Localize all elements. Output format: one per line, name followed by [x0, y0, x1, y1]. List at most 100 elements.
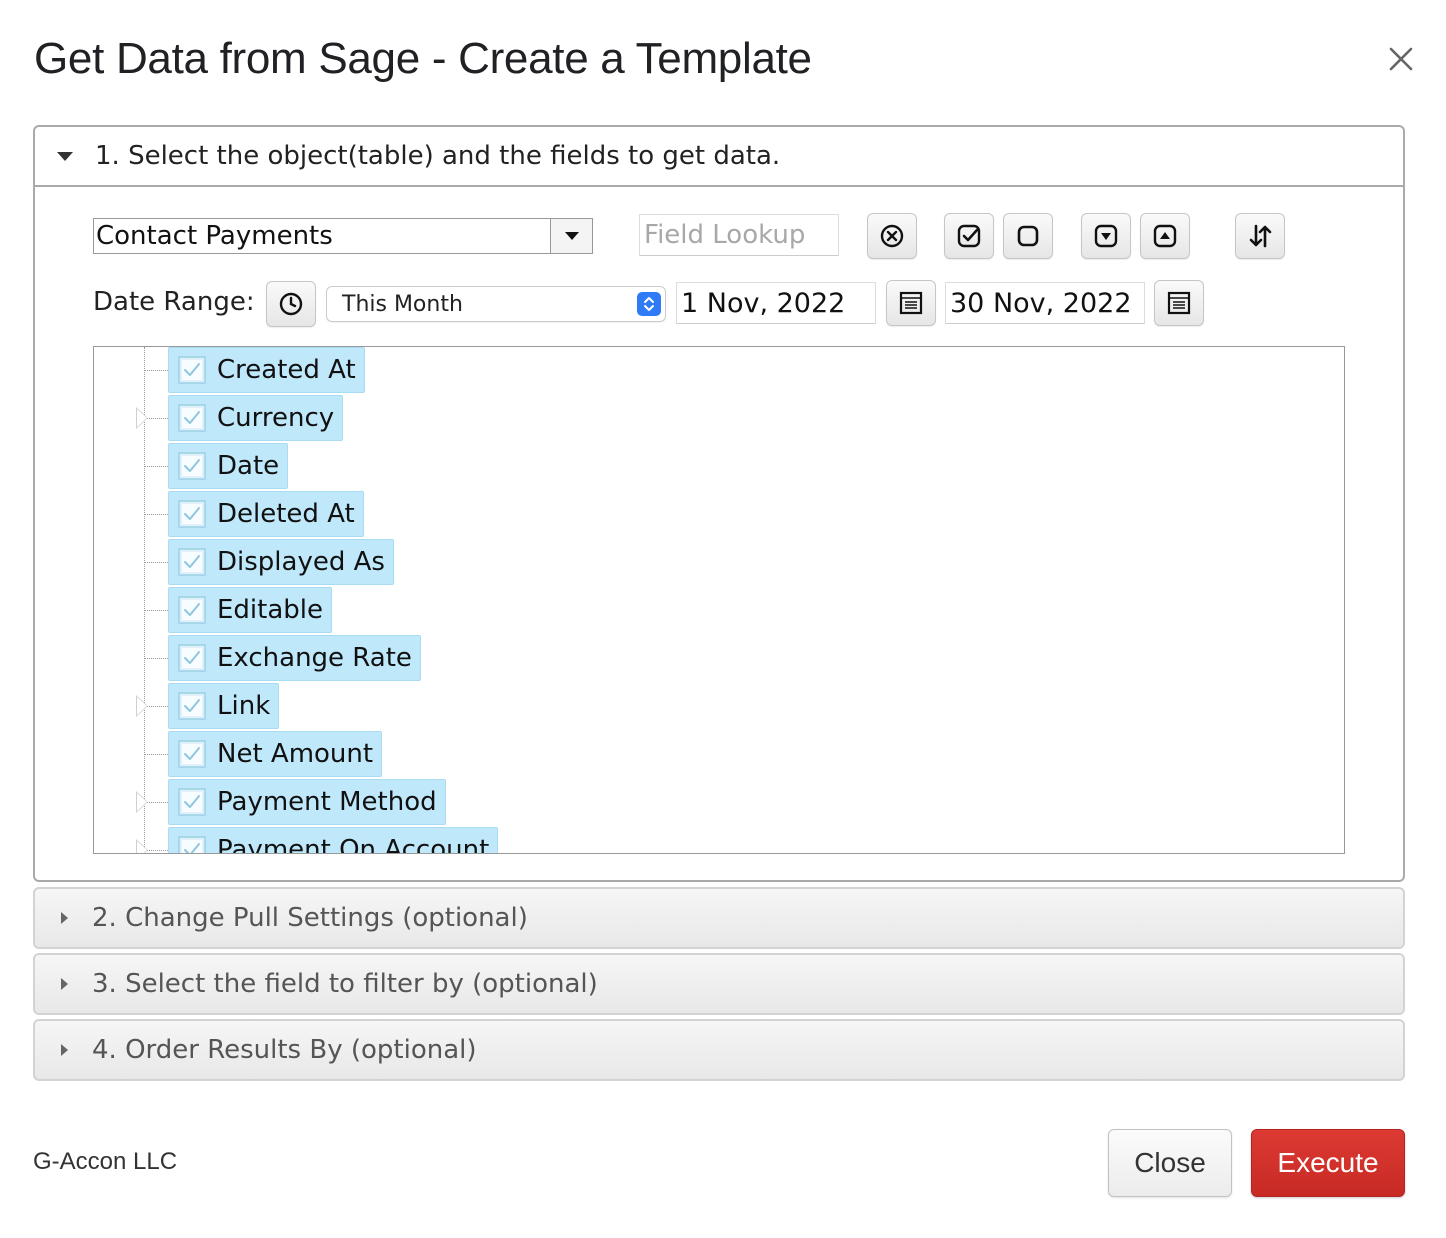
field-label: Net Amount: [217, 739, 374, 769]
expand-all-button[interactable]: [1081, 213, 1131, 259]
tree-connector: [144, 657, 168, 659]
checkbox-checked-icon[interactable]: [177, 643, 207, 673]
expand-node-icon[interactable]: [136, 695, 148, 717]
field-node[interactable]: Payment On Account: [168, 827, 499, 854]
tree-connector: [144, 561, 168, 563]
uncheck-all-button[interactable]: [1003, 213, 1053, 259]
field-label: Payment Method: [217, 787, 437, 817]
tree-row: Deleted At: [144, 491, 364, 537]
date-period-select[interactable]: This Month: [326, 286, 666, 322]
dialog-title: Get Data from Sage - Create a Template: [34, 34, 812, 83]
tree-row: Created At: [144, 347, 365, 393]
checkbox-checked-icon[interactable]: [177, 403, 207, 433]
tree-row: Exchange Rate: [144, 635, 421, 681]
check-all-button[interactable]: [944, 213, 994, 259]
date-range-label: Date Range:: [93, 287, 255, 317]
field-node[interactable]: Currency: [168, 395, 344, 441]
accordion-title: 4. Order Results By (optional): [92, 1035, 477, 1065]
tree-connector: [144, 369, 168, 371]
fields-tree[interactable]: Created At Currency Date Deleted At Displaye…: [93, 346, 1345, 854]
date-from-calendar-button[interactable]: [886, 280, 936, 326]
tree-row: Displayed As: [144, 539, 394, 585]
field-label: Editable: [217, 595, 324, 625]
checkbox-checked-icon[interactable]: [177, 547, 207, 577]
field-lookup-input[interactable]: [639, 214, 839, 256]
object-select-value: Contact Payments: [96, 221, 333, 251]
tree-row: Currency: [136, 395, 344, 441]
expand-triangle-icon: [61, 912, 68, 924]
tree-connector: [144, 513, 168, 515]
company-name: G-Accon LLC: [33, 1148, 178, 1175]
date-to-input[interactable]: 30 Nov, 2022: [945, 282, 1145, 324]
checkbox-checked-icon[interactable]: [177, 835, 207, 854]
checkbox-checked-icon[interactable]: [177, 691, 207, 721]
checkbox-checked-icon[interactable]: [177, 499, 207, 529]
field-label: Displayed As: [217, 547, 385, 577]
section-select-object: 1. Select the object(table) and the fiel…: [33, 125, 1405, 882]
expand-down-icon: [1094, 224, 1118, 248]
field-node[interactable]: Exchange Rate: [168, 635, 421, 681]
date-to-calendar-button[interactable]: [1154, 280, 1204, 326]
checkbox-checked-icon[interactable]: [177, 787, 207, 817]
accordion-title: 2. Change Pull Settings (optional): [92, 903, 528, 933]
field-label: Link: [217, 691, 271, 721]
clear-lookup-button[interactable]: [867, 213, 917, 259]
close-button[interactable]: Close: [1108, 1129, 1232, 1197]
select-stepper-icon: [637, 292, 661, 316]
expand-node-icon[interactable]: [136, 839, 148, 853]
expand-triangle-icon: [61, 1044, 68, 1056]
field-node[interactable]: Displayed As: [168, 539, 394, 585]
accordion-section-4[interactable]: 4. Order Results By (optional): [33, 1019, 1405, 1081]
checkbox-checked-icon[interactable]: [177, 355, 207, 385]
field-node[interactable]: Created At: [168, 347, 365, 393]
check-square-icon: [957, 224, 981, 248]
checkbox-checked-icon[interactable]: [177, 739, 207, 769]
sort-arrows-icon: [1249, 224, 1272, 248]
field-node[interactable]: Link: [168, 683, 280, 729]
tree-row: Date: [144, 443, 289, 489]
section1-title: 1. Select the object(table) and the fiel…: [95, 141, 781, 171]
tree-row: Payment Method: [136, 779, 446, 825]
expand-node-icon[interactable]: [136, 791, 148, 813]
date-from-input[interactable]: 1 Nov, 2022: [676, 282, 876, 324]
collapse-all-button[interactable]: [1140, 213, 1190, 259]
tree-row: Editable: [144, 587, 333, 633]
tree-row: Link: [136, 683, 280, 729]
dropdown-arrow-icon[interactable]: [550, 219, 592, 253]
calendar-icon: [1167, 291, 1191, 315]
field-label: Date: [217, 451, 280, 481]
tree-connector: [144, 465, 168, 467]
tree-row: Net Amount: [144, 731, 383, 777]
empty-square-icon: [1017, 225, 1039, 247]
accordion-section-3[interactable]: 3. Select the field to filter by (option…: [33, 953, 1405, 1015]
checkbox-checked-icon[interactable]: [177, 595, 207, 625]
field-label: Exchange Rate: [217, 643, 412, 673]
close-dialog-icon[interactable]: [1384, 42, 1418, 76]
collapse-up-icon: [1153, 224, 1177, 248]
sort-fields-button[interactable]: [1235, 213, 1285, 259]
expand-triangle-icon: [61, 978, 68, 990]
clock-icon: [279, 292, 303, 316]
checkbox-checked-icon[interactable]: [177, 451, 207, 481]
accordion-section-2[interactable]: 2. Change Pull Settings (optional): [33, 887, 1405, 949]
tree-connector: [144, 609, 168, 611]
field-node[interactable]: Net Amount: [168, 731, 383, 777]
field-node[interactable]: Date: [168, 443, 289, 489]
field-node[interactable]: Editable: [168, 587, 333, 633]
clear-circle-icon: [880, 224, 904, 248]
field-node[interactable]: Payment Method: [168, 779, 446, 825]
field-label: Deleted At: [217, 499, 355, 529]
calendar-icon: [899, 291, 923, 315]
field-node[interactable]: Deleted At: [168, 491, 364, 537]
execute-button[interactable]: Execute: [1251, 1129, 1405, 1197]
accordion-title: 3. Select the field to filter by (option…: [92, 969, 598, 999]
expand-node-icon[interactable]: [136, 407, 148, 429]
field-label: Payment On Account: [217, 835, 490, 854]
date-period-button[interactable]: [266, 281, 316, 327]
section1-header[interactable]: 1. Select the object(table) and the fiel…: [35, 127, 1403, 187]
object-select[interactable]: Contact Payments: [93, 218, 593, 254]
collapse-triangle-icon: [57, 151, 73, 161]
tree-connector: [144, 753, 168, 755]
date-period-value: This Month: [342, 291, 463, 317]
field-label: Created At: [217, 355, 356, 385]
